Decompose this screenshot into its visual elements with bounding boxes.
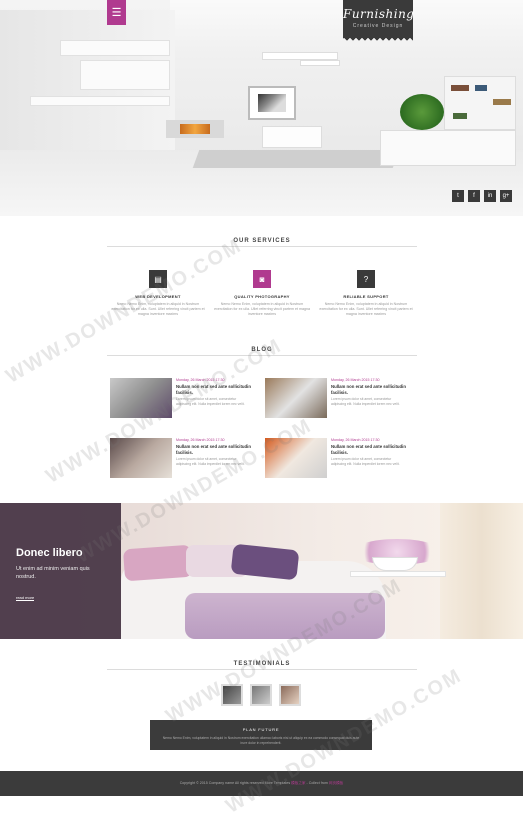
- logo-title: Furnishing: [343, 7, 415, 21]
- pillow: [122, 544, 194, 582]
- hero-section: [0, 0, 523, 216]
- footer-link[interactable]: 网页模板: [329, 781, 343, 785]
- sofa: [380, 130, 516, 166]
- post-date: Monday, 26 March 2015 17:30: [331, 378, 380, 382]
- divider: [107, 355, 417, 356]
- quote-title: PLAN FUTURE: [242, 727, 280, 732]
- menu-button[interactable]: ☰: [107, 0, 126, 25]
- curtain: [440, 503, 523, 639]
- post-excerpt: Lorem ipsum dolor sit amet, consectetur …: [331, 457, 400, 466]
- bookcase: [444, 76, 516, 130]
- post-excerpt: Lorem ipsum dolor sit amet, consectetur …: [176, 397, 245, 406]
- service-title: RELIABLE SUPPORT: [343, 294, 389, 299]
- service-item: ? RELIABLE SUPPORT Nemo Nemo Enim, volup…: [318, 270, 414, 317]
- footer: Copyright © 2015 Company name All rights…: [0, 771, 523, 796]
- side-table: [350, 571, 446, 577]
- ceiling-lamp: [300, 60, 340, 66]
- divider: [107, 669, 417, 670]
- logo-subtitle: Creative Design: [352, 23, 404, 29]
- blanket: [185, 593, 385, 639]
- service-title: WEB DEVELOPMENT: [135, 294, 181, 299]
- services-title: OUR SERVICES: [233, 238, 291, 244]
- vase: [372, 557, 418, 571]
- testimonial-avatar[interactable]: [221, 684, 243, 706]
- hero-cabinet: [60, 40, 170, 56]
- banner-panel: Donec libero Ut enim ad minim veniam qui…: [0, 503, 121, 639]
- post-title[interactable]: Nullam non erat sed ante sollicitudin fa…: [176, 444, 252, 455]
- testimonials-title: TESTIMONIALS: [233, 661, 291, 667]
- post-excerpt: Lorem ipsum dolor sit amet, consectetur …: [176, 457, 245, 466]
- service-desc: Nemo Nemo Enim, voluptatem in aliquid in…: [319, 302, 413, 316]
- question-icon: ?: [357, 270, 375, 288]
- twitter-icon[interactable]: t: [452, 190, 464, 202]
- post-excerpt: Lorem ipsum dolor sit amet, consectetur …: [331, 397, 400, 406]
- hero-shelf: [30, 96, 170, 106]
- post-title[interactable]: Nullam non erat sed ante sollicitudin fa…: [331, 444, 407, 455]
- post-date: Monday, 26 March 2015 17:30: [176, 438, 225, 442]
- service-desc: Nemo Nemo Enim, voluptatem in aliquid in…: [214, 302, 310, 316]
- banner-link[interactable]: read more: [16, 595, 35, 601]
- ceiling-lamp: [262, 52, 338, 60]
- camera-icon: ◙: [253, 270, 271, 288]
- post-thumbnail[interactable]: [110, 378, 172, 418]
- service-title: QUALITY PHOTOGRAPHY: [234, 294, 290, 299]
- blog-post[interactable]: Monday, 26 March 2015 17:30 Nullam non e…: [110, 378, 252, 424]
- post-date: Monday, 26 March 2015 17:30: [176, 378, 225, 382]
- copyright-text: Copyright © 2015 Company name All rights…: [179, 781, 291, 785]
- plant: [400, 94, 444, 130]
- post-thumbnail[interactable]: [110, 438, 172, 478]
- service-item: ◙ QUALITY PHOTOGRAPHY Nemo Nemo Enim, vo…: [214, 270, 310, 317]
- sofa: [262, 126, 322, 148]
- promo-banner: Donec libero Ut enim ad minim veniam qui…: [0, 503, 523, 639]
- blog-post[interactable]: Monday, 26 March 2015 17:30 Nullam non e…: [265, 378, 407, 424]
- menu-icon: ☰: [111, 7, 122, 19]
- post-thumbnail[interactable]: [265, 438, 327, 478]
- service-item: ▤ WEB DEVELOPMENT Nemo Nemo Enim, volupt…: [110, 270, 206, 317]
- blog-post[interactable]: Monday, 26 March 2015 17:30 Nullam non e…: [110, 438, 252, 484]
- facebook-icon[interactable]: f: [468, 190, 480, 202]
- blog-post[interactable]: Monday, 26 March 2015 17:30 Nullam non e…: [265, 438, 407, 484]
- testimonial-avatar[interactable]: [279, 684, 301, 706]
- testimonial-quote: PLAN FUTURE Nemo Nemo Enim, voluptatem i…: [150, 720, 372, 750]
- rug: [192, 150, 400, 168]
- fireplace: [166, 120, 224, 138]
- site-logo[interactable]: Furnishing Creative Design: [343, 0, 415, 42]
- testimonial-avatar[interactable]: [250, 684, 272, 706]
- blog-title: BLOG: [251, 347, 273, 353]
- document-icon: ▤: [149, 270, 167, 288]
- banner-subtitle: Ut enim ad minim veniam quis nostrud.: [16, 566, 90, 580]
- quote-text: Nemo Nemo Enim, voluptatem in aliquid in…: [162, 736, 360, 745]
- post-thumbnail[interactable]: [265, 378, 327, 418]
- social-links: t f in g+: [452, 190, 512, 202]
- footer-text: - Collect from: [306, 781, 329, 785]
- service-desc: Nemo Nemo Enim, voluptatem in aliquid in…: [111, 302, 205, 316]
- post-title[interactable]: Nullam non erat sed ante sollicitudin fa…: [176, 384, 252, 395]
- post-title[interactable]: Nullam non erat sed ante sollicitudin fa…: [331, 384, 407, 395]
- footer-link[interactable]: 模板之家: [291, 781, 305, 785]
- post-date: Monday, 26 March 2015 17:30: [331, 438, 380, 442]
- hero-cabinet: [80, 60, 170, 90]
- googleplus-icon[interactable]: g+: [500, 190, 512, 202]
- banner-title: Donec libero: [16, 547, 83, 559]
- linkedin-icon[interactable]: in: [484, 190, 496, 202]
- divider: [107, 246, 417, 247]
- wall-painting: [248, 86, 296, 120]
